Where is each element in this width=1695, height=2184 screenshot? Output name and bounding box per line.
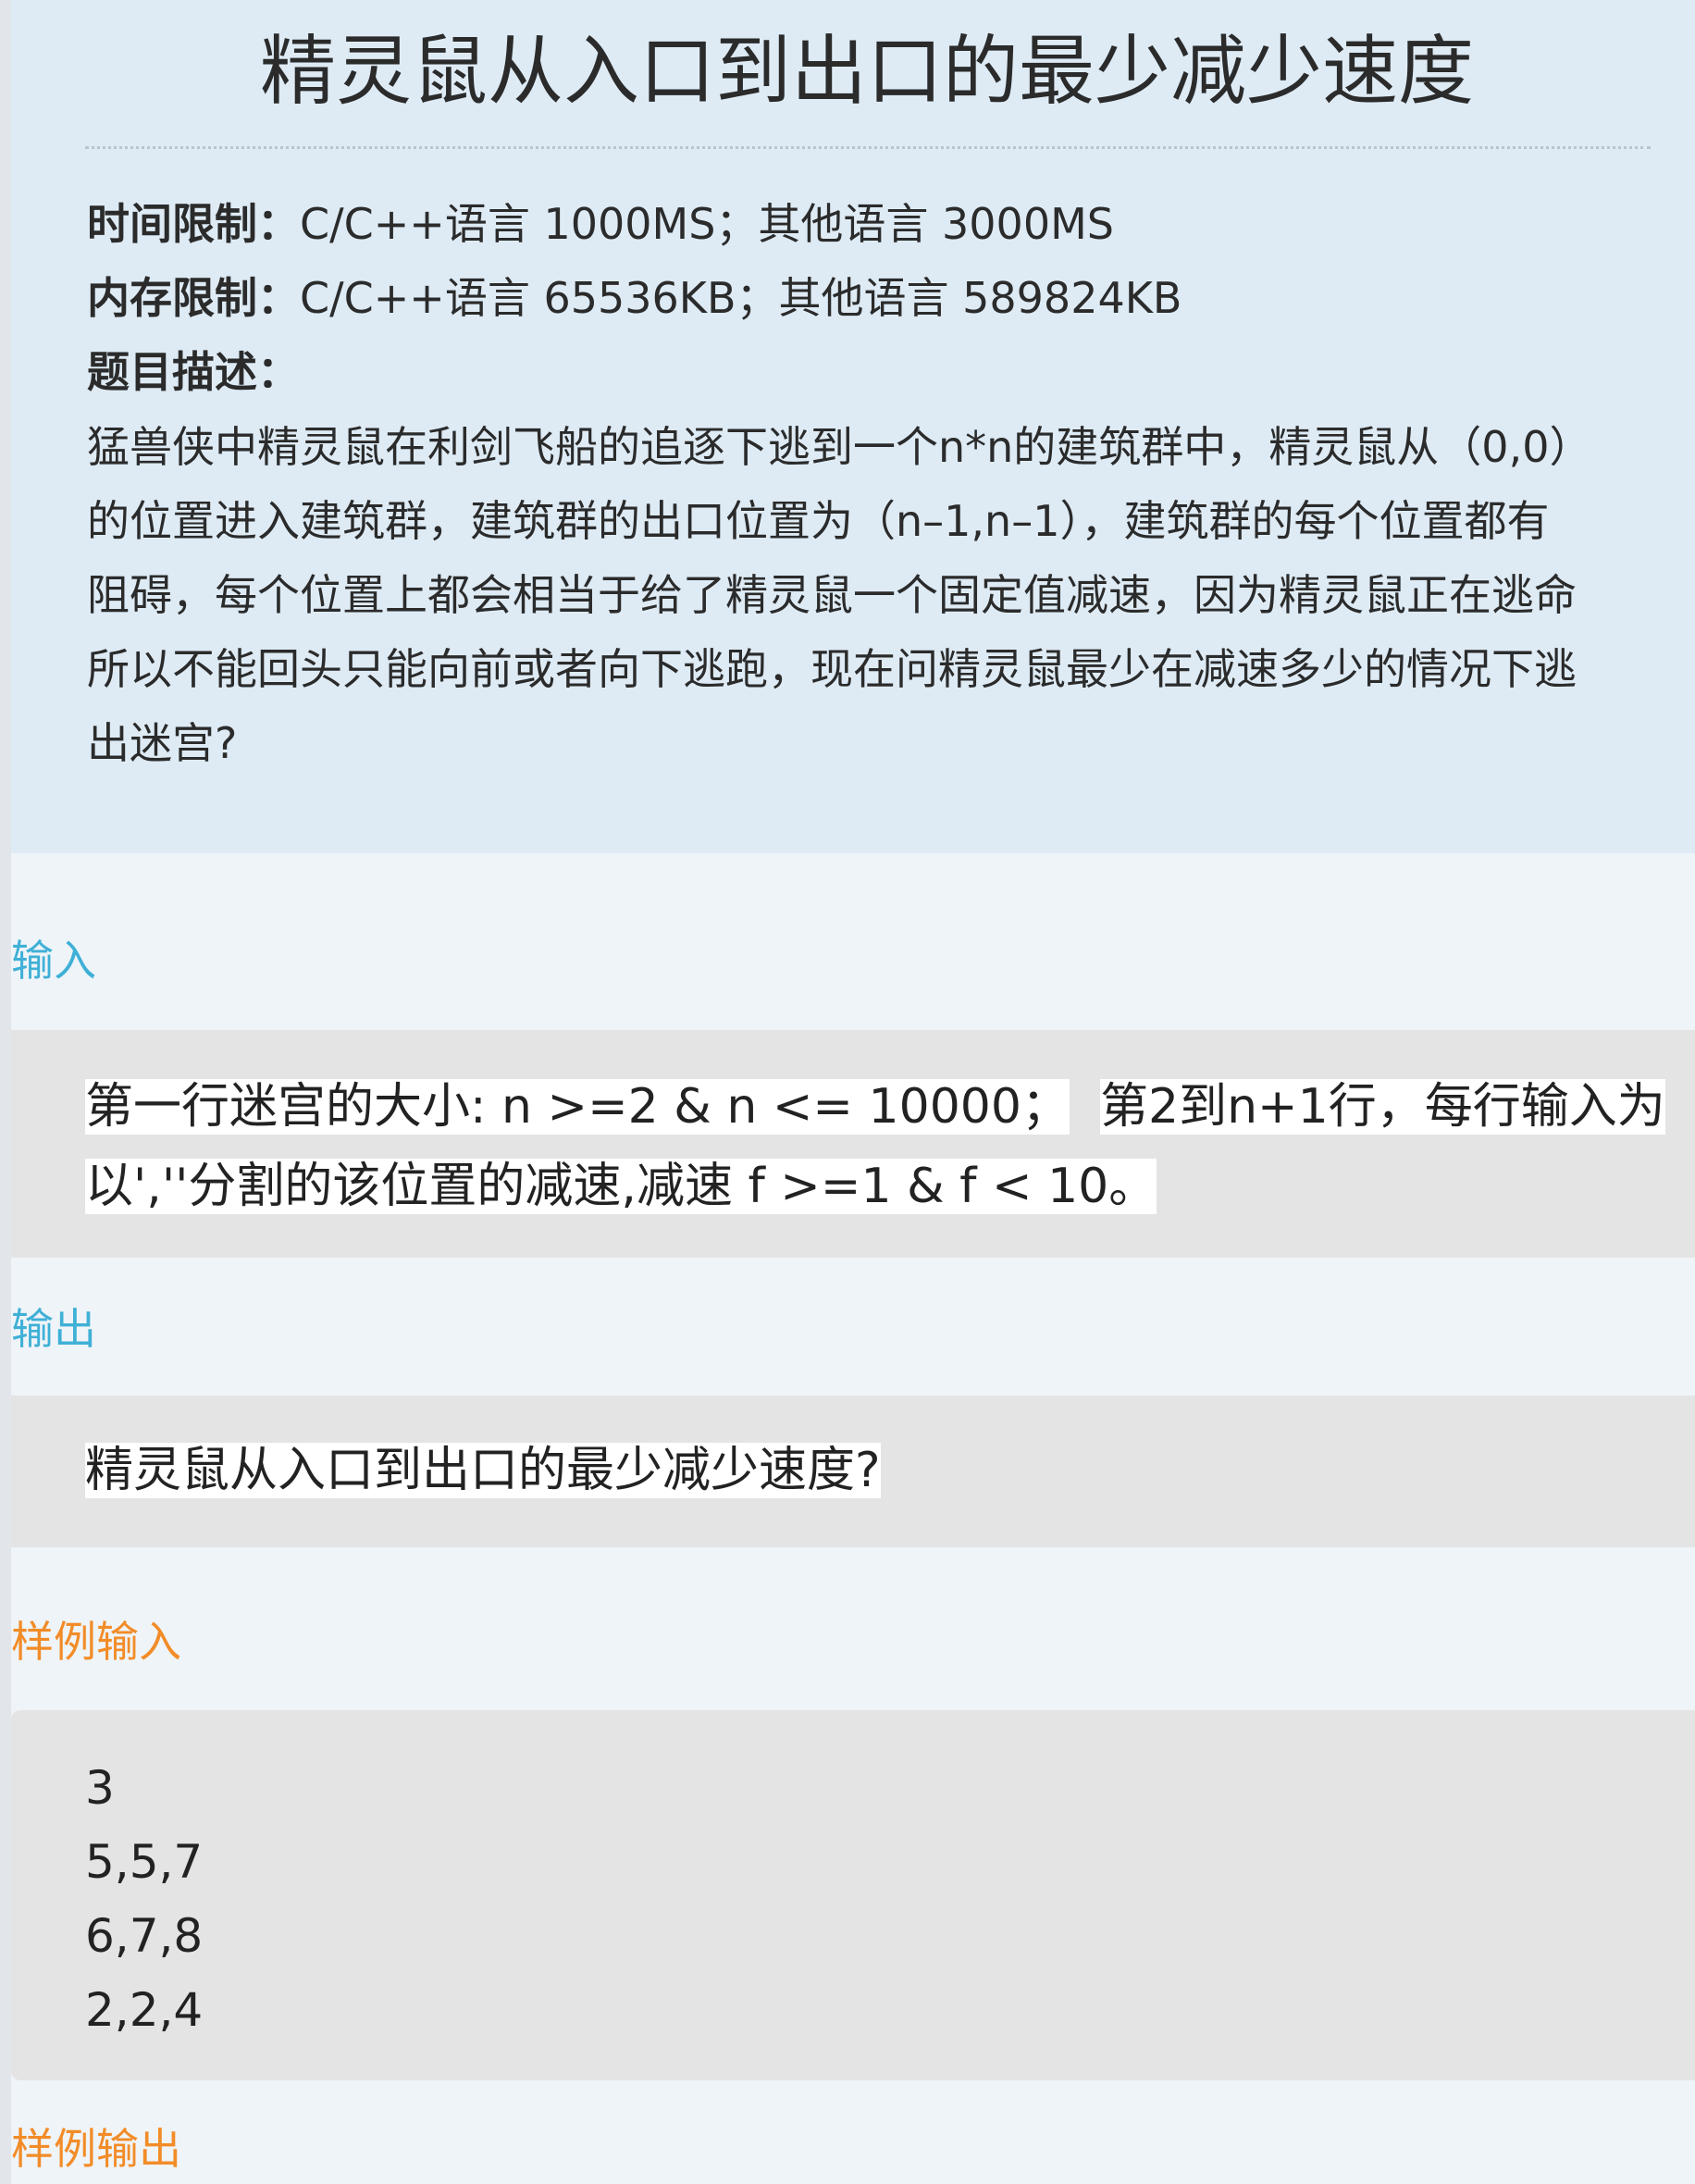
time-limit-label: 时间限制： [87,199,300,249]
left-edge-strip [0,0,11,2184]
input-line-1a: 第一行迷宫的大小: n >=2 & n <= 10000； [85,1079,1070,1135]
sample-input-line: 5,5,7 [85,1835,204,1889]
time-limit-value: C/C++语言 1000MS；其他语言 3000MS [300,199,1114,249]
input-description: 第一行迷宫的大小: n >=2 & n <= 10000； 第2到n+1行，每行… [85,1067,1665,1226]
output-text: 精灵鼠从入口到出口的最少减少速度? [85,1443,881,1498]
sample-input-heading: 样例输入 [11,1617,181,1667]
sample-input-box: 3 5,5,7 6,7,8 2,2,4 [11,1710,1695,2080]
memory-limit: 内存限制：C/C++语言 65536KB；其他语言 589824KB [87,261,1182,335]
description-line: 所以不能回头只能向前或者向下逃跑，现在问精灵鼠最少在减速多少的情况下逃 [87,644,1577,694]
description-line: 的位置进入建筑群，建筑群的出口位置为（n–1,n–1），建筑群的每个位置都有 [87,496,1550,546]
output-box: 精灵鼠从入口到出口的最少减少速度? [11,1396,1695,1547]
memory-limit-label: 内存限制： [87,273,300,323]
problem-header: 精灵鼠从入口到出口的最少减少速度 时间限制：C/C++语言 1000MS；其他语… [11,0,1695,853]
output-description: 精灵鼠从入口到出口的最少减少速度? [85,1431,881,1510]
description-label: 题目描述： [87,347,300,397]
sample-output-heading: 样例输出 [11,2124,181,2174]
title-divider [85,146,1651,149]
description-line: 猛兽侠中精灵鼠在利剑飞船的追逐下逃到一个n*n的建筑群中，精灵鼠从（0,0） [87,422,1592,472]
description-line: 出迷宫? [87,718,238,768]
input-box: 第一行迷宫的大小: n >=2 & n <= 10000； 第2到n+1行，每行… [11,1030,1695,1258]
sample-input-line: 2,2,4 [85,1983,204,2037]
description-line: 阻碍，每个位置上都会相当于给了精灵鼠一个固定值减速，因为精灵鼠正在逃命 [87,570,1577,620]
output-heading: 输出 [11,1304,96,1354]
page-title: 精灵鼠从入口到出口的最少减少速度 [259,28,1474,116]
sample-input-content: 3 5,5,7 6,7,8 2,2,4 [85,1751,203,2047]
sample-input-line: 3 [85,1761,115,1815]
memory-limit-value: C/C++语言 65536KB；其他语言 589824KB [300,273,1182,323]
input-line-2: 以',''分割的该位置的减速,减速 f >=1 & f < 10。 [85,1159,1157,1214]
input-heading: 输入 [11,936,96,986]
time-limit: 时间限制：C/C++语言 1000MS；其他语言 3000MS [87,187,1114,261]
sample-input-line: 6,7,8 [85,1909,204,1963]
input-line-1b: 第2到n+1行，每行输入为 [1100,1079,1665,1135]
problem-description: 猛兽侠中精灵鼠在利剑飞船的追逐下逃到一个n*n的建筑群中，精灵鼠从（0,0） 的… [87,410,1660,780]
